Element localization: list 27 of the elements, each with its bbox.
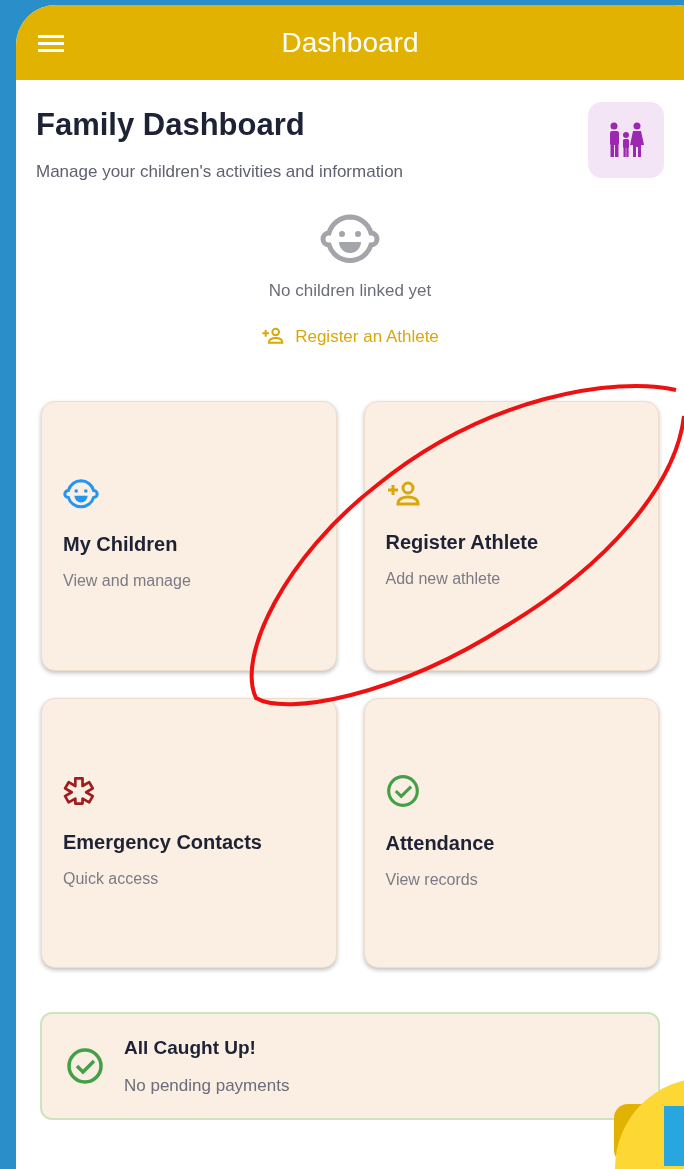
card-subtitle: Quick access: [63, 869, 160, 889]
dashboard-card[interactable]: My Children View and manage: [41, 401, 337, 671]
empty-state-message: No children linked yet: [268, 280, 432, 302]
app-bar-title: Dashboard: [281, 25, 419, 60]
family-icon: [607, 122, 645, 158]
add-person-icon: [385, 481, 422, 507]
baby-face-icon: [63, 479, 99, 509]
add-person-icon: [261, 327, 286, 346]
card-title: Register Athlete: [385, 530, 540, 555]
dashboard-card[interactable]: Register Athlete Add new athlete: [363, 401, 659, 671]
page-subtitle: Manage your children's activities and information: [36, 160, 404, 183]
dashboard-card[interactable]: Emergency Contacts Quick access: [41, 698, 337, 968]
check-circle-icon: [385, 774, 420, 808]
check-circle-icon: [66, 1047, 104, 1085]
menu-icon[interactable]: [38, 32, 64, 53]
card-title: Attendance: [385, 831, 496, 856]
page-title: Family Dashboard: [36, 106, 306, 144]
card-title: My Children: [63, 532, 179, 557]
card-subtitle: View and manage: [63, 571, 192, 591]
payment-status-subtitle: No pending payments: [124, 1074, 290, 1097]
card-subtitle: View records: [385, 870, 479, 890]
dashboard-card[interactable]: Attendance View records: [363, 698, 659, 968]
card-title: Emergency Contacts: [63, 830, 263, 855]
medical-star-icon: [63, 775, 95, 807]
payment-status-title: All Caught Up!: [124, 1036, 257, 1060]
baby-face-icon: [320, 214, 380, 264]
card-subtitle: Add new athlete: [385, 569, 502, 589]
